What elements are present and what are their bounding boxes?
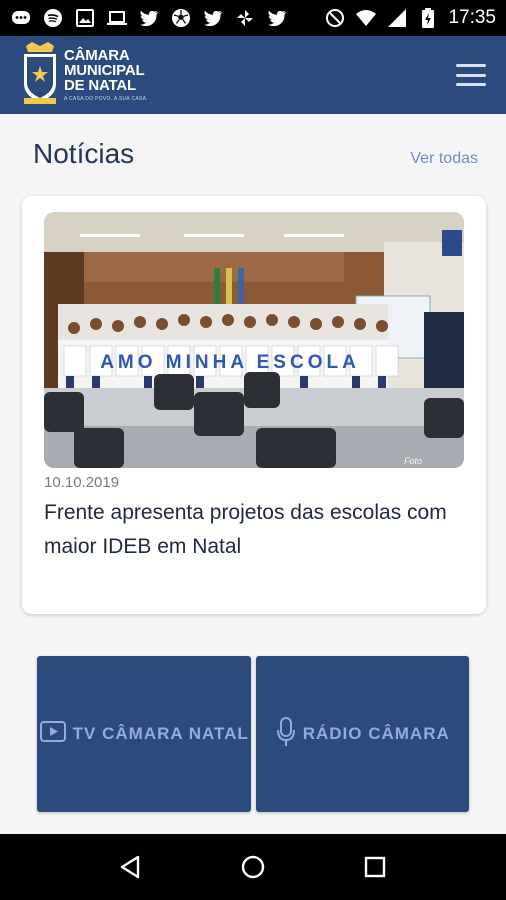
battery-charging-icon (417, 7, 439, 29)
back-triangle-icon[interactable] (111, 847, 151, 887)
see-all-link[interactable]: Ver todas (410, 150, 478, 168)
twitter-icon (138, 7, 160, 29)
news-section-header: Notícias Ver todas (33, 138, 478, 170)
home-circle-icon[interactable] (233, 847, 273, 887)
app-header: CÂMARA MUNICIPAL DE NATAL A CASA DO POVO… (0, 36, 506, 114)
news-date: 10.10.2019 (44, 474, 120, 491)
logo-line-3: DE NATAL (64, 77, 137, 94)
microphone-icon (275, 716, 297, 753)
wifi-icon (355, 7, 377, 29)
logo-line-2: MUNICIPAL (64, 62, 145, 79)
logo-line-1: CÂMARA (64, 47, 130, 64)
system-nav-bar (0, 834, 506, 900)
soccer-ball-icon (170, 7, 192, 29)
radio-camara-tile[interactable]: RÁDIO CÂMARA (255, 656, 469, 812)
hamburger-menu-icon[interactable] (456, 64, 486, 86)
spotify-icon (42, 7, 64, 29)
shirt-sign-text: AMO MINHA ESCOLA (100, 352, 360, 373)
message-icon (10, 7, 32, 29)
status-bar: 17:35 (0, 0, 506, 36)
twitter-icon (202, 7, 224, 29)
image-icon (74, 7, 96, 29)
tv-camara-label: TV CÂMARA NATAL (72, 724, 249, 743)
section-title: Notícias (33, 138, 135, 169)
news-photo-illustration: AMO MINHA ESCOLA Foto (44, 212, 464, 468)
main-content[interactable]: Notícias Ver todas AMO MINHA ESCOLA Foto… (0, 114, 506, 834)
media-tiles: TV CÂMARA NATAL RÁDIO CÂMARA (37, 656, 469, 812)
logo-wordmark: CÂMARA MUNICIPAL DE NATAL A CASA DO POVO… (64, 48, 148, 102)
tv-camara-tile[interactable]: TV CÂMARA NATAL (37, 656, 251, 812)
laptop-icon (106, 7, 128, 29)
system-status: 17:35 (324, 7, 496, 29)
play-video-icon (39, 719, 67, 750)
photo-credit-watermark: Foto (404, 456, 422, 466)
clock: 17:35 (448, 7, 496, 28)
news-headline[interactable]: Frente apresenta projetos das escolas co… (44, 496, 464, 564)
signal-icon (386, 7, 408, 29)
recents-square-icon[interactable] (355, 847, 395, 887)
do-not-disturb-icon (324, 7, 346, 29)
twitter-icon (266, 7, 288, 29)
news-photo[interactable]: AMO MINHA ESCOLA Foto (44, 212, 464, 468)
notification-icons (10, 7, 288, 29)
logo-tagline: A CASA DO POVO. A SUA CASA. (64, 96, 148, 102)
camara-natal-logo[interactable]: CÂMARA MUNICIPAL DE NATAL A CASA DO POVO… (20, 40, 148, 111)
crest-icon (20, 40, 60, 111)
pinwheel-icon (234, 7, 256, 29)
news-card[interactable]: AMO MINHA ESCOLA Foto 10.10.2019 Frente … (22, 196, 486, 614)
radio-camara-label: RÁDIO CÂMARA (302, 724, 450, 743)
